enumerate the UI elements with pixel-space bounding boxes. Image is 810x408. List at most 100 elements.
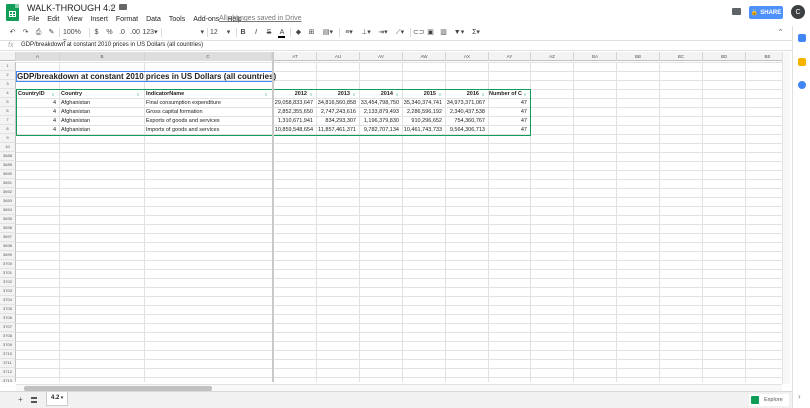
- menu-format[interactable]: Format: [112, 15, 142, 24]
- expand-panel-icon[interactable]: ›: [798, 392, 801, 401]
- horizontal-scrollbar[interactable]: [16, 384, 782, 391]
- column-header-aw[interactable]: AW: [403, 52, 446, 61]
- menu-insert[interactable]: Insert: [86, 15, 112, 24]
- cell-2013[interactable]: 834,293,307: [316, 117, 359, 126]
- increase-decimal-button[interactable]: .00: [129, 28, 141, 37]
- cell-2012[interactable]: 29,058,833,647: [273, 99, 316, 108]
- row-header[interactable]: 3691: [0, 179, 16, 188]
- cell-number-of-countries[interactable]: 47: [488, 99, 530, 108]
- all-sheets-menu-icon[interactable]: [31, 397, 37, 403]
- row-header[interactable]: 3702: [0, 278, 16, 287]
- cell-2013[interactable]: 11,857,461,371: [316, 126, 359, 135]
- column-header-c[interactable]: C: [145, 52, 272, 61]
- row-header[interactable]: 3697: [0, 233, 16, 242]
- undo-icon[interactable]: ↶: [8, 28, 17, 37]
- header-2015[interactable]: 2015: [403, 90, 439, 99]
- header-2016[interactable]: 2016: [446, 90, 482, 99]
- header-number-of-countries[interactable]: Number of Co: [489, 90, 522, 99]
- text-wrap-icon[interactable]: ⇥▾: [376, 28, 390, 37]
- column-header-az[interactable]: AZ: [531, 52, 574, 61]
- cell-2016[interactable]: 9,564,306,713: [445, 126, 488, 135]
- cell-country-id[interactable]: 4: [16, 126, 59, 135]
- frozen-column-divider[interactable]: [272, 52, 274, 382]
- row-header[interactable]: 3704: [0, 296, 16, 305]
- cell-2014[interactable]: 9,782,707,134: [359, 126, 402, 135]
- document-title[interactable]: WALK-THROUGH 4.2: [27, 3, 116, 13]
- header-2012[interactable]: 2012: [274, 90, 310, 99]
- cell-2012[interactable]: 1,310,671,941: [273, 117, 316, 126]
- cell-indicator-name[interactable]: Final consumption expenditure: [146, 99, 271, 108]
- cell-2014[interactable]: 2,133,879,493: [359, 108, 402, 117]
- row-header[interactable]: 3711: [0, 359, 16, 368]
- vertical-scrollbar[interactable]: [782, 52, 790, 384]
- row-header[interactable]: 1: [0, 62, 16, 71]
- column-header-b[interactable]: B: [60, 52, 145, 61]
- percent-format-button[interactable]: %: [106, 28, 113, 37]
- row-header[interactable]: 3690: [0, 170, 16, 179]
- select-all-corner[interactable]: [0, 52, 16, 61]
- row-header[interactable]: 3696: [0, 224, 16, 233]
- collapse-toolbar-icon[interactable]: ⌃: [776, 28, 785, 37]
- text-color-button[interactable]: A: [278, 28, 286, 38]
- decrease-decimal-button[interactable]: .0: [117, 28, 127, 37]
- cell-country[interactable]: Afghanistan: [61, 126, 143, 135]
- cell-number-of-countries[interactable]: 47: [488, 117, 530, 126]
- sheet-tab[interactable]: 4.2 ▾: [46, 392, 68, 406]
- header-2013[interactable]: 2013: [317, 90, 353, 99]
- cell-2014[interactable]: 1,196,379,830: [359, 117, 402, 126]
- header-country[interactable]: Country: [61, 90, 141, 99]
- column-header-ay[interactable]: AY: [489, 52, 531, 61]
- filter-button-icon[interactable]: ≡: [353, 92, 358, 97]
- row-header[interactable]: 3703: [0, 287, 16, 296]
- saved-status[interactable]: All changes saved in Drive: [219, 15, 302, 22]
- filter-button-icon[interactable]: ≡: [52, 92, 57, 97]
- row-header[interactable]: 10: [0, 143, 16, 152]
- comments-icon[interactable]: [732, 8, 741, 15]
- spreadsheet-grid[interactable]: A B C AT AU AV AW AX AY AZ BA BB BC BD B…: [0, 52, 790, 382]
- cell-2014[interactable]: 33,454,798,750: [359, 99, 402, 108]
- row-header[interactable]: 3698: [0, 242, 16, 251]
- row-header[interactable]: 3694: [0, 206, 16, 215]
- formula-bar[interactable]: fx GDP/breakdown at constant 2010 prices…: [0, 40, 792, 51]
- functions-icon[interactable]: Σ▾: [469, 28, 483, 37]
- fill-color-icon[interactable]: ◆: [294, 28, 303, 37]
- row-header[interactable]: 3708: [0, 332, 16, 341]
- insert-link-icon[interactable]: ⊂⊃: [413, 28, 425, 37]
- header-2014[interactable]: 2014: [360, 90, 396, 99]
- avatar[interactable]: C: [791, 5, 805, 19]
- filter-button-icon[interactable]: ≡: [482, 92, 487, 97]
- row-header[interactable]: 3713: [0, 377, 16, 382]
- row-header[interactable]: 3709: [0, 341, 16, 350]
- column-header-au[interactable]: AU: [317, 52, 360, 61]
- cell-country-id[interactable]: 4: [16, 99, 59, 108]
- menu-file[interactable]: File: [24, 15, 43, 24]
- menu-tools[interactable]: Tools: [165, 15, 189, 24]
- add-sheet-button[interactable]: +: [18, 396, 23, 404]
- paint-format-icon[interactable]: ✎: [47, 28, 56, 37]
- cell-number-of-countries[interactable]: 47: [488, 108, 530, 117]
- column-header-av[interactable]: AV: [360, 52, 403, 61]
- cell-2013[interactable]: 2,747,243,616: [316, 108, 359, 117]
- filter-button-icon[interactable]: ≡: [265, 92, 270, 97]
- row-header[interactable]: 2: [0, 71, 16, 80]
- print-icon[interactable]: ⎙: [34, 28, 43, 37]
- row-header[interactable]: 3699: [0, 251, 16, 260]
- folder-icon[interactable]: [119, 4, 127, 10]
- vertical-align-icon[interactable]: ⊥▾: [359, 28, 373, 37]
- calendar-icon[interactable]: [798, 34, 806, 42]
- cell-country[interactable]: Afghanistan: [61, 117, 143, 126]
- menu-view[interactable]: View: [63, 15, 86, 24]
- explore-button[interactable]: Explore: [749, 394, 789, 406]
- cell-2015[interactable]: 2,286,596,192: [402, 108, 445, 117]
- column-header-at[interactable]: AT: [274, 52, 317, 61]
- row-header[interactable]: 3695: [0, 215, 16, 224]
- row-header[interactable]: 5: [0, 98, 16, 107]
- column-header-ax[interactable]: AX: [446, 52, 489, 61]
- header-indicator-name[interactable]: IndicatorName: [146, 90, 268, 99]
- more-formats-button[interactable]: 123▾: [142, 28, 158, 37]
- row-header[interactable]: 8: [0, 125, 16, 134]
- filter-button-icon[interactable]: ≡: [137, 92, 142, 97]
- cell-2012[interactable]: 2,852,355,650: [273, 108, 316, 117]
- cell-area[interactable]: GDP/breakdown at constant 2010 prices in…: [16, 62, 790, 382]
- cell-indicator-name[interactable]: Imports of goods and services: [146, 126, 271, 135]
